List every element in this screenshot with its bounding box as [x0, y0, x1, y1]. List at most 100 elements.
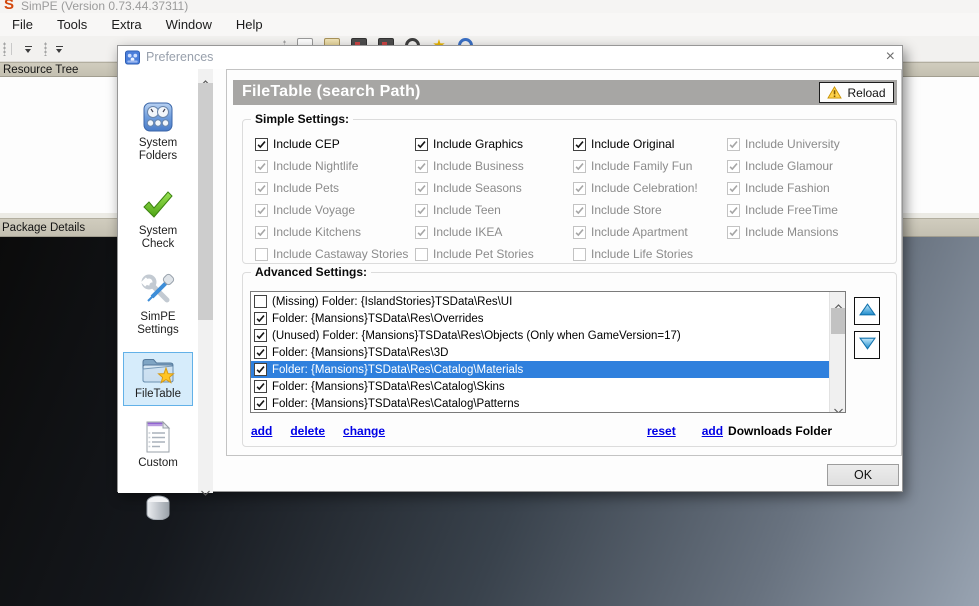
- folder-actions-right: reset add Downloads Folder: [647, 424, 832, 438]
- menu-tools[interactable]: Tools: [45, 14, 99, 35]
- checkbox-box[interactable]: [254, 295, 267, 308]
- arrow-up-icon: [859, 303, 876, 319]
- toolbar-grip-icon[interactable]: [44, 42, 47, 56]
- sidebar-item-simpe-settings[interactable]: SimPE Settings: [122, 273, 194, 336]
- sidebar-item-database[interactable]: [122, 489, 194, 527]
- checkbox-box: [573, 182, 586, 195]
- checkbox-label: Include Celebration!: [591, 181, 698, 195]
- checkbox-include-graphics[interactable]: Include Graphics: [415, 133, 573, 155]
- checkbox-box: [415, 182, 428, 195]
- sidebar-item-filetable[interactable]: FileTable: [123, 352, 193, 406]
- checkbox-include-ikea: Include IKEA: [415, 221, 573, 243]
- sidebar-item-label: SimPE Settings: [126, 311, 190, 336]
- toolbar-separator: [11, 43, 12, 55]
- checkbox-label: Include Life Stories: [591, 247, 693, 261]
- app-titlebar: S SimPE (Version 0.73.44.37311): [0, 0, 979, 13]
- list-scrollbar[interactable]: [829, 292, 845, 412]
- scrollbar-thumb[interactable]: [831, 308, 845, 334]
- change-link[interactable]: change: [343, 424, 385, 438]
- folder-list-item[interactable]: Folder: {Mansions}TSData\Res\Catalog\Pat…: [251, 395, 829, 412]
- checkbox-label: Include Family Fun: [591, 159, 692, 173]
- scroll-up-icon[interactable]: [201, 73, 210, 79]
- checkbox-box[interactable]: [415, 138, 428, 151]
- checkbox-include-teen: Include Teen: [415, 199, 573, 221]
- folder-list-item[interactable]: Folder: {Mansions}TSData\Res\Catalog\Mat…: [251, 361, 829, 378]
- reset-link[interactable]: reset: [647, 424, 676, 438]
- scroll-down-icon[interactable]: [834, 401, 843, 407]
- folder-path: Folder: {Mansions}TSData\Res\3D: [272, 347, 448, 359]
- screen: S SimPE (Version 0.73.44.37311) FileTool…: [0, 0, 979, 606]
- checkbox-box[interactable]: [254, 346, 267, 359]
- checkbox-include-business: Include Business: [415, 155, 573, 177]
- checkbox-box[interactable]: [255, 138, 268, 151]
- filetable-icon: [141, 356, 175, 386]
- checkbox-box[interactable]: [254, 363, 267, 376]
- move-down-button[interactable]: [854, 331, 880, 359]
- checkbox-box: [415, 248, 428, 261]
- sidebar-item-system-folders[interactable]: System Folders: [122, 99, 194, 162]
- checkbox-box[interactable]: [254, 329, 267, 342]
- toolbar-dropdown-button[interactable]: [19, 41, 37, 57]
- checkbox-box[interactable]: [573, 138, 586, 151]
- folder-list-item[interactable]: (Unused) Folder: {Mansions}TSData\Res\Ob…: [251, 327, 829, 344]
- move-up-button[interactable]: [854, 297, 880, 325]
- menu-window[interactable]: Window: [154, 14, 224, 35]
- checkbox-label: Include Fashion: [745, 181, 830, 195]
- folder-list-item[interactable]: Folder: {Mansions}TSData\Res\Overrides: [251, 310, 829, 327]
- checkbox-box[interactable]: [254, 312, 267, 325]
- scroll-down-icon[interactable]: [201, 483, 210, 489]
- dialog-titlebar[interactable]: Preferences ×: [118, 46, 902, 69]
- menu-file[interactable]: File: [0, 14, 45, 35]
- checkbox-label: Include Graphics: [433, 137, 523, 151]
- checkbox-box: [573, 226, 586, 239]
- sidebar-item-system-check[interactable]: System Check: [122, 187, 194, 250]
- checkbox-box: [415, 226, 428, 239]
- checkbox-box[interactable]: [254, 380, 267, 393]
- checkbox-box: [255, 248, 268, 261]
- toolbar-grip-icon[interactable]: [3, 42, 6, 56]
- simpe-settings-icon: [140, 273, 176, 309]
- reload-label: Reload: [847, 86, 885, 100]
- add-downloads-link[interactable]: add: [702, 424, 723, 438]
- checkbox-label: Include Glamour: [745, 159, 833, 173]
- checkbox-include-nightlife: Include Nightlife: [255, 155, 415, 177]
- folder-list-item[interactable]: Folder: {Mansions}TSData\Res\3D: [251, 344, 829, 361]
- scrollbar-thumb[interactable]: [198, 83, 213, 320]
- preferences-icon: [125, 50, 140, 65]
- folder-path: Folder: {Mansions}TSData\Res\Overrides: [272, 313, 484, 325]
- checkbox-box: [573, 160, 586, 173]
- delete-link[interactable]: delete: [290, 424, 325, 438]
- checkbox-label: Include Castaway Stories: [273, 247, 408, 261]
- checkbox-box: [727, 182, 740, 195]
- sidebar-scrollbar[interactable]: [198, 69, 213, 493]
- package-details-label: Package Details: [2, 222, 85, 234]
- checkbox-label: Include FreeTime: [745, 203, 838, 217]
- menu-help[interactable]: Help: [224, 14, 275, 35]
- scroll-up-icon[interactable]: [834, 297, 843, 303]
- close-icon[interactable]: ×: [886, 46, 895, 68]
- reload-button[interactable]: Reload: [819, 82, 894, 103]
- add-link[interactable]: add: [251, 424, 272, 438]
- checkbox-box: [727, 204, 740, 217]
- folder-path: (Unused) Folder: {Mansions}TSData\Res\Ob…: [272, 330, 681, 342]
- folder-path: (Missing) Folder: {IslandStories}TSData\…: [272, 296, 512, 308]
- folder-path: Folder: {Mansions}TSData\Res\Catalog\Ski…: [272, 381, 505, 393]
- folder-list: (Missing) Folder: {IslandStories}TSData\…: [250, 291, 846, 413]
- toolbar-dropdown-button[interactable]: [50, 41, 68, 57]
- checkbox-box[interactable]: [254, 397, 267, 410]
- checkbox-include-original[interactable]: Include Original: [573, 133, 727, 155]
- system-check-icon: [141, 187, 175, 223]
- ok-button[interactable]: OK: [827, 464, 899, 486]
- checkbox-include-cep[interactable]: Include CEP: [255, 133, 415, 155]
- folder-list-item[interactable]: Folder: {Mansions}TSData\Res\Catalog\Ski…: [251, 378, 829, 395]
- menu-extra[interactable]: Extra: [99, 14, 153, 35]
- checkbox-box: [255, 226, 268, 239]
- simple-settings-caption: Simple Settings:: [251, 112, 353, 126]
- sidebar-item-custom[interactable]: Custom: [122, 419, 194, 470]
- menu-bar: FileToolsExtraWindowHelp: [0, 13, 979, 36]
- folder-list-item[interactable]: (Missing) Folder: {IslandStories}TSData\…: [251, 293, 829, 310]
- checkbox-include-glamour: Include Glamour: [727, 155, 887, 177]
- checkbox-box: [255, 160, 268, 173]
- checkbox-include-kitchens: Include Kitchens: [255, 221, 415, 243]
- checkbox-include-family-fun: Include Family Fun: [573, 155, 727, 177]
